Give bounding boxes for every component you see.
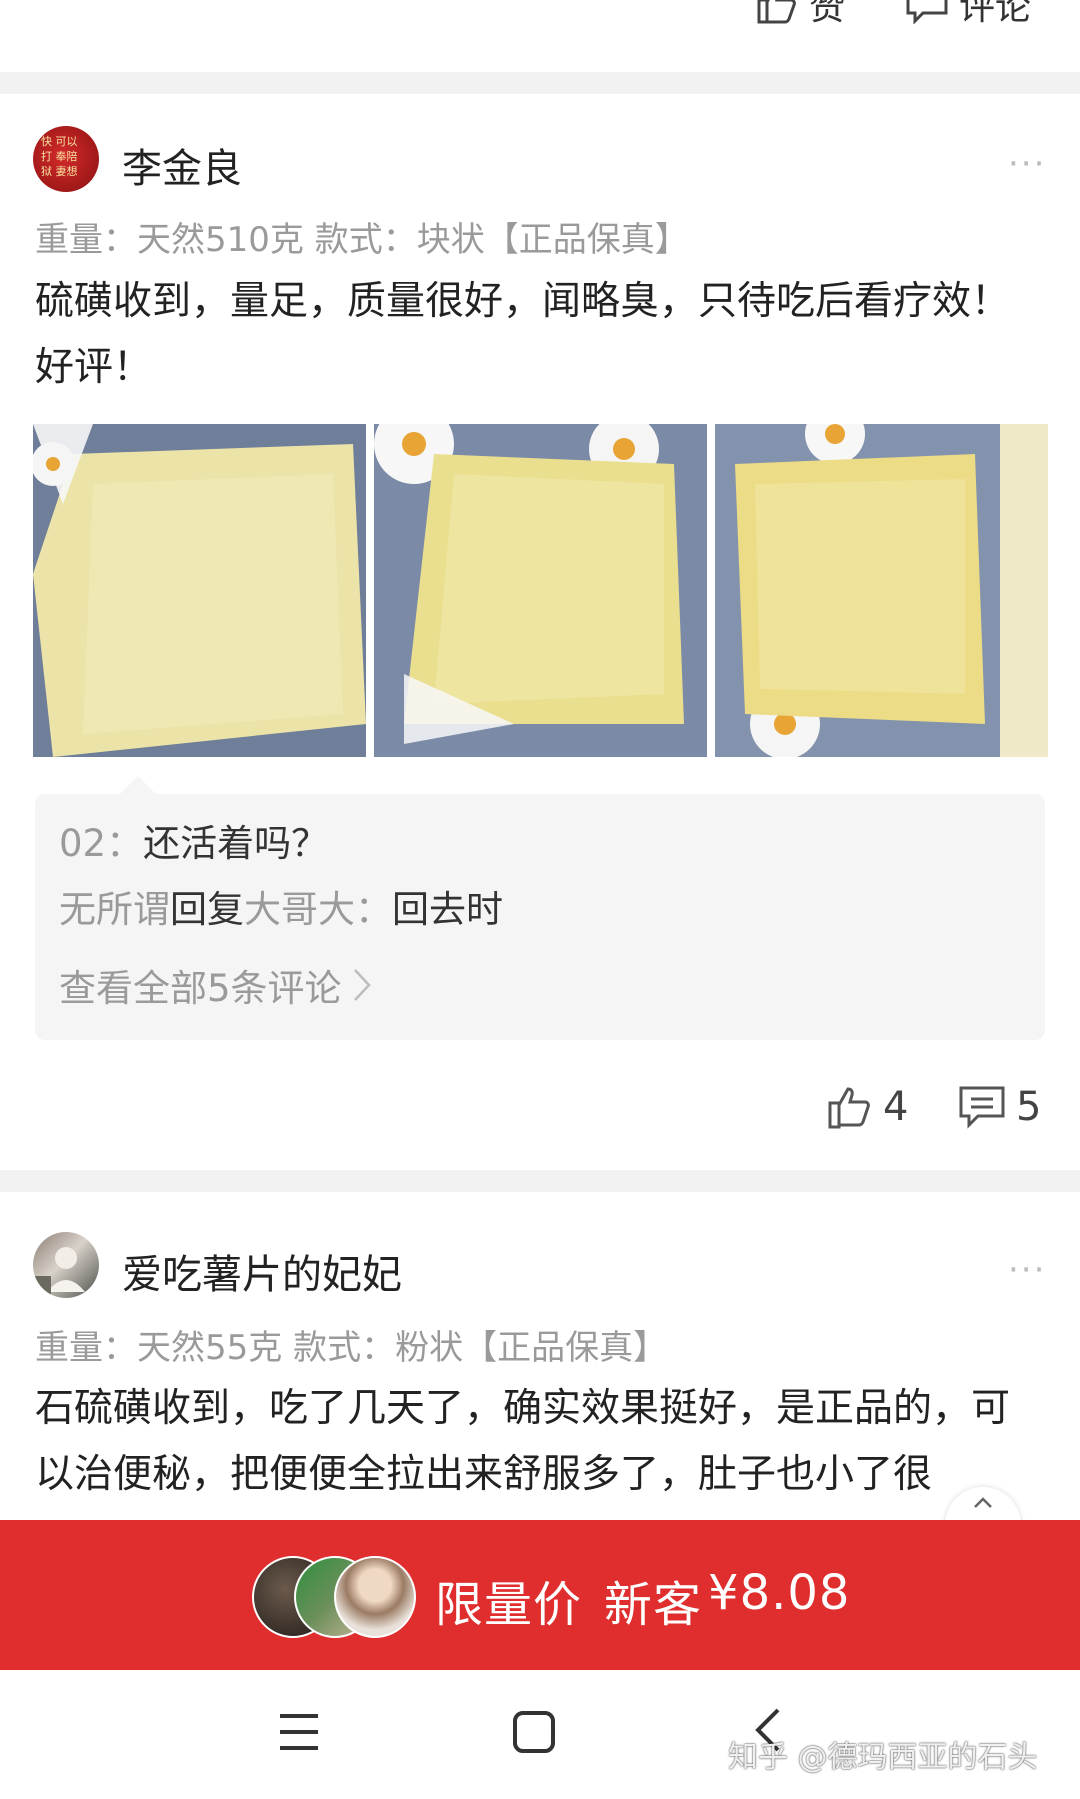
review-text: 石硫磺收到，吃了几天了，确实效果挺好，是正品的，可以治便秘，把便便全拉出来舒服多… bbox=[35, 1386, 1011, 1497]
view-all-comments-link[interactable]: 查看全部5条评论 bbox=[59, 958, 372, 1012]
sku-meta: 重量：天然510克 款式：块状【正品保真】 bbox=[35, 220, 689, 260]
reply-1[interactable]: 02：还活着吗？ bbox=[59, 816, 328, 872]
comment-icon bbox=[906, 0, 948, 24]
username[interactable]: 李金良 bbox=[122, 136, 242, 194]
chevron-right-icon bbox=[353, 969, 371, 1001]
review-card: 爱吃薯片的妃妃 ··· 重量：天然55克 款式：粉状【正品保真】 石硫磺收到，吃… bbox=[0, 1192, 1080, 1520]
reply-text: 还活着吗？ bbox=[143, 822, 329, 865]
promo-text: 限量价 新客 ¥8.08 bbox=[435, 1565, 850, 1635]
avatar[interactable]: 快 可以 打 奉陪 狱 妻想 bbox=[33, 126, 99, 192]
promo-sublabel: 新客 bbox=[604, 1577, 703, 1633]
view-all-label: 查看全部5条评论 bbox=[59, 967, 342, 1010]
comment-icon bbox=[959, 1086, 1005, 1129]
like-button[interactable]: 4 bbox=[827, 1084, 908, 1130]
avatar-text: 快 可以 打 奉陪 狱 妻想 bbox=[41, 135, 78, 178]
reply-2[interactable]: 无所谓回复大哥大：回去时 bbox=[59, 882, 503, 938]
review-photo-1[interactable] bbox=[33, 424, 366, 757]
separator bbox=[0, 1170, 1080, 1192]
review-card: 快 可以 打 奉陪 狱 妻想 李金良 ··· 重量：天然510克 款式：块状【正… bbox=[0, 94, 1080, 1170]
sku-meta: 重量：天然55克 款式：粉状【正品保真】 bbox=[35, 1328, 668, 1368]
previous-review-footer: 赞 评论 bbox=[0, 0, 1080, 72]
promo-label: 限量价 bbox=[435, 1577, 583, 1633]
reply-author: 02： bbox=[59, 822, 144, 865]
like-label-top: 赞 bbox=[809, 0, 846, 28]
comment-count: 5 bbox=[1016, 1084, 1042, 1130]
thumbs-up-icon bbox=[757, 0, 796, 24]
scroll-to-top-button[interactable] bbox=[945, 1487, 1021, 1520]
more-options-button[interactable]: ··· bbox=[1008, 1250, 1046, 1290]
reply-box-pointer bbox=[120, 776, 156, 794]
buyer-avatar-3 bbox=[334, 1556, 416, 1638]
system-nav-bar: 知乎 @德玛西亚的石头 bbox=[0, 1670, 1080, 1799]
reply-text: 回去时 bbox=[392, 888, 503, 931]
home-icon bbox=[513, 1711, 555, 1753]
comment-button[interactable]: 5 bbox=[958, 1084, 1041, 1130]
reply-author: 无所谓 bbox=[59, 888, 170, 931]
review-text: 硫磺收到，量足，质量很好，闻略臭，只待吃后看疗效！好评！ bbox=[35, 279, 1011, 390]
username[interactable]: 爱吃薯片的妃妃 bbox=[122, 1242, 402, 1300]
review-photo-2[interactable] bbox=[374, 424, 707, 757]
promo-price: ¥8.08 bbox=[708, 1565, 851, 1621]
reply-box[interactable]: 02：还活着吗？ 无所谓回复大哥大：回去时 查看全部5条评论 bbox=[35, 794, 1045, 1040]
separator bbox=[0, 72, 1080, 94]
reply-target: 大哥大： bbox=[244, 888, 392, 931]
thumbs-up-icon bbox=[828, 1087, 870, 1129]
like-count: 4 bbox=[883, 1084, 909, 1130]
comment-button-top[interactable]: 评论 bbox=[905, 0, 1031, 28]
review-photo-3[interactable] bbox=[715, 424, 1048, 757]
like-button-top[interactable]: 赞 bbox=[755, 0, 845, 28]
menu-icon bbox=[280, 1714, 318, 1750]
promo-bar[interactable]: 限量价 新客 ¥8.08 bbox=[0, 1520, 1080, 1670]
menu-button[interactable] bbox=[278, 1712, 320, 1756]
more-options-button[interactable]: ··· bbox=[1008, 144, 1046, 184]
reply-keyword: 回复 bbox=[170, 888, 244, 931]
chevron-up-icon bbox=[974, 1497, 992, 1508]
comment-label-top: 评论 bbox=[959, 0, 1032, 28]
avatar[interactable] bbox=[33, 1232, 99, 1298]
home-button[interactable] bbox=[512, 1710, 556, 1758]
watermark: 知乎 @德玛西亚的石头 bbox=[728, 1740, 1038, 1775]
